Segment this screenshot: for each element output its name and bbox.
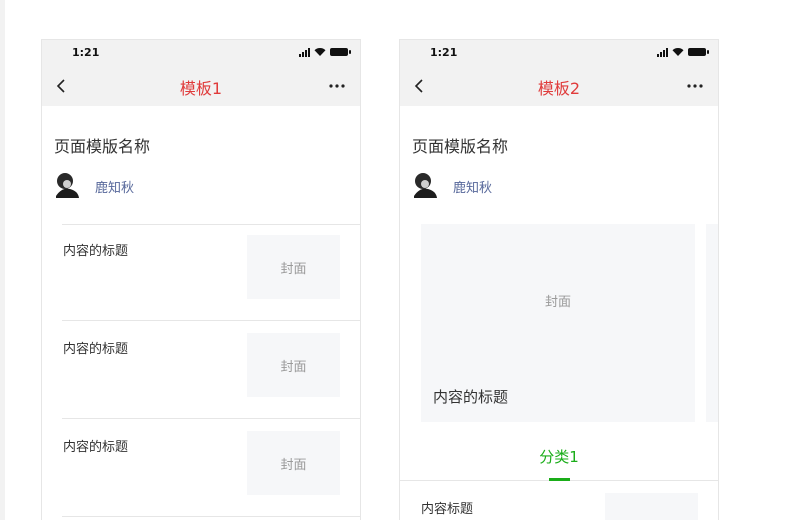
list-item-cover[interactable]: 封面: [247, 235, 340, 299]
tab-active-indicator: [549, 478, 570, 481]
next-card-peek[interactable]: [706, 224, 718, 422]
author-name-link[interactable]: 鹿知秋: [453, 177, 492, 196]
battery-icon: [688, 48, 709, 56]
status-time: 1:21: [72, 46, 100, 59]
page-title: 页面模版名称: [54, 137, 151, 156]
featured-card[interactable]: 封面 内容的标题: [421, 224, 695, 422]
wifi-icon: [672, 48, 684, 56]
signal-icon: [657, 47, 668, 57]
page-title: 页面模版名称: [412, 137, 509, 156]
nav-bar: 模板2: [400, 66, 718, 106]
list-item-cover[interactable]: 封面: [247, 333, 340, 397]
list-item-title[interactable]: 内容标题: [421, 498, 473, 517]
page-left-strip: [0, 0, 5, 520]
avatar: [54, 171, 80, 199]
signal-icon: [299, 47, 310, 57]
battery-icon: [330, 48, 351, 56]
author-name-link[interactable]: 鹿知秋: [95, 177, 134, 196]
avatar: [412, 171, 438, 199]
status-bar: 1:21: [42, 40, 360, 66]
template2-phone-preview[interactable]: 1:21 模板2 页面模版名称 鹿知秋 封面 内容的标题 分类1 内容标题: [399, 39, 719, 520]
row-divider: [62, 418, 360, 419]
more-icon[interactable]: [328, 79, 346, 93]
list-item-title[interactable]: 内容的标题: [63, 436, 128, 455]
list-item-cover[interactable]: [605, 493, 698, 520]
list-item-cover[interactable]: 封面: [247, 431, 340, 495]
nav-title: 模板2: [537, 79, 581, 98]
status-bar: 1:21: [400, 40, 718, 66]
status-icons: [657, 46, 709, 58]
row-divider: [62, 320, 360, 321]
list-item-title[interactable]: 内容的标题: [63, 240, 128, 259]
nav-title: 模板1: [179, 79, 223, 98]
featured-card-title: 内容的标题: [433, 388, 509, 406]
nav-bar: 模板1: [42, 66, 360, 106]
wifi-icon: [314, 48, 326, 56]
list-item-title[interactable]: 内容的标题: [63, 338, 128, 357]
status-time: 1:21: [430, 46, 458, 59]
row-divider: [62, 516, 360, 517]
tab-category-1[interactable]: 分类1: [400, 446, 718, 467]
status-icons: [299, 46, 351, 58]
featured-card-cover: 封面: [544, 295, 571, 310]
template1-phone-preview[interactable]: 1:21 模板1 页面模版名称 鹿知秋 内容的标题 封面 内容的标题 封面 内容…: [41, 39, 361, 520]
more-icon[interactable]: [686, 79, 704, 93]
row-divider: [62, 224, 360, 225]
